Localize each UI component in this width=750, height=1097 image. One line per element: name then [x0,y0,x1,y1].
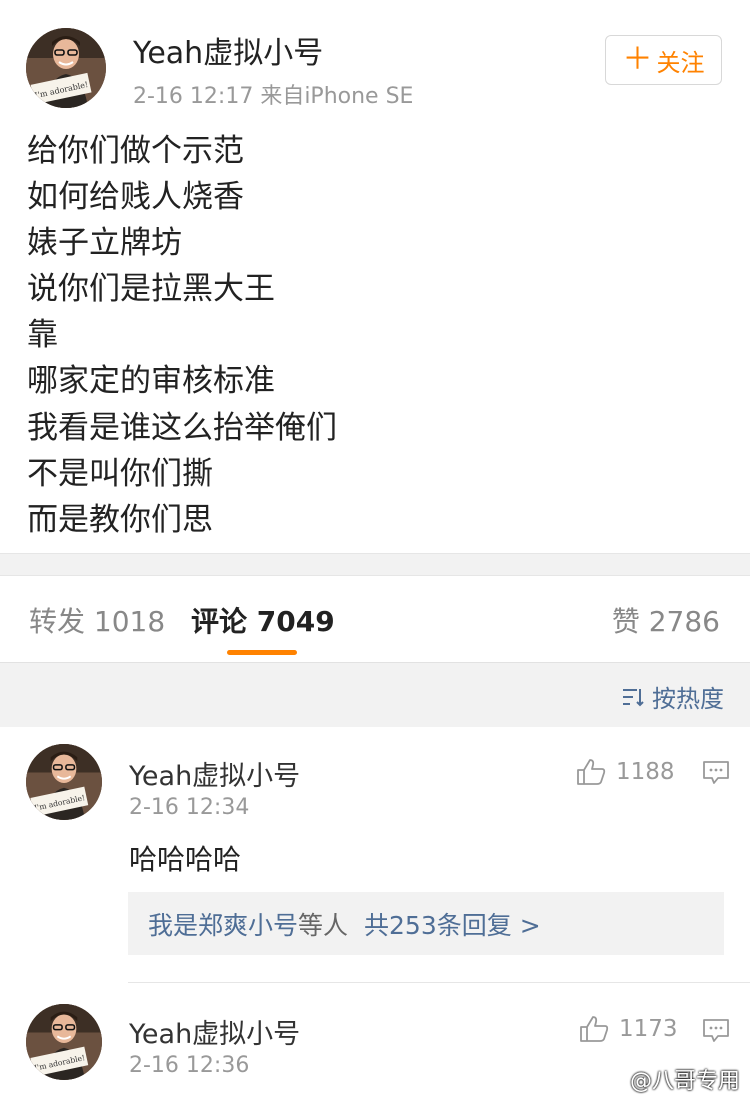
follow-label: 关注 [656,48,705,77]
post-body: 给你们做个示范 如何给贱人烧香 婊子立牌坊 说你们是拉黑大王 靠 哪家定的审核标… [27,128,727,543]
sort-label: 按热度 [652,685,724,713]
poster-avatar[interactable]: I'm adorable! [26,28,106,108]
avatar-image: I'm adorable! [26,28,106,108]
tab-forward[interactable]: 转发 1018 [29,600,165,640]
post-line: 我看是谁这么抬举俺们 [27,409,337,446]
reply-button[interactable] [702,1018,730,1048]
post-line: 给你们做个示范 [27,133,244,169]
comment-like-count: 1188 [616,759,675,785]
reply-mid-text: 等人 [298,910,349,940]
comment-like-count: 1173 [619,1016,678,1042]
comment-avatar[interactable]: I'm adorable! [26,744,102,820]
comment-time: 2-16 12:34 [129,795,250,820]
comment-username[interactable]: Yeah虚拟小号 [129,1012,300,1051]
active-tab-indicator [227,650,297,655]
reply-users[interactable]: 我是郑爽小号 [148,906,298,942]
plus-icon: ＋ [622,42,653,77]
replies-preview[interactable]: 我是郑爽小号 等人 共253条回复 > [128,892,724,955]
post-line: 不是叫你们撕 [27,455,213,492]
section-divider [0,553,750,576]
reply-button[interactable] [702,760,730,790]
post-line: 婊子立牌坊 [27,225,182,262]
post-line: 如何给贱人烧香 [27,179,244,216]
avatar-image: I'm adorable! [26,744,102,820]
tab-likes[interactable]: 赞 2786 [612,600,720,640]
reply-count-link[interactable]: 共253条回复 > [364,906,541,942]
post-line: 靠 [27,317,58,354]
comment-text: 哈哈哈哈 [129,843,242,876]
comment-avatar[interactable]: I'm adorable! [26,1004,102,1080]
sort-icon [623,688,644,706]
post-line: 说你们是拉黑大王 [27,271,275,308]
thumbs-up-icon [577,759,606,785]
avatar-image: I'm adorable! [26,1004,102,1080]
post-username[interactable]: Yeah虚拟小号 [133,28,323,72]
tab-comments[interactable]: 评论 7049 [191,600,335,640]
comment-like-button[interactable]: 1173 [579,1015,678,1043]
watermark: @八哥专用 [629,1069,740,1094]
comment-time: 2-16 12:36 [129,1053,250,1078]
post-line: 哪家定的审核标准 [27,363,275,400]
sort-by-hot-button[interactable]: 按热度 [622,679,724,714]
comment-username[interactable]: Yeah虚拟小号 [129,754,300,793]
comment-like-button[interactable]: 1188 [576,758,675,786]
thumbs-up-icon [580,1016,609,1042]
comment-divider [128,982,750,983]
comment-bubble-icon [703,1019,729,1042]
post-meta: 2-16 12:17 来自iPhone SE [133,84,414,109]
post-line: 而是教你们思 [27,501,213,538]
follow-button[interactable]: ＋ 关注 [605,35,722,85]
comment-bubble-icon [703,761,729,784]
